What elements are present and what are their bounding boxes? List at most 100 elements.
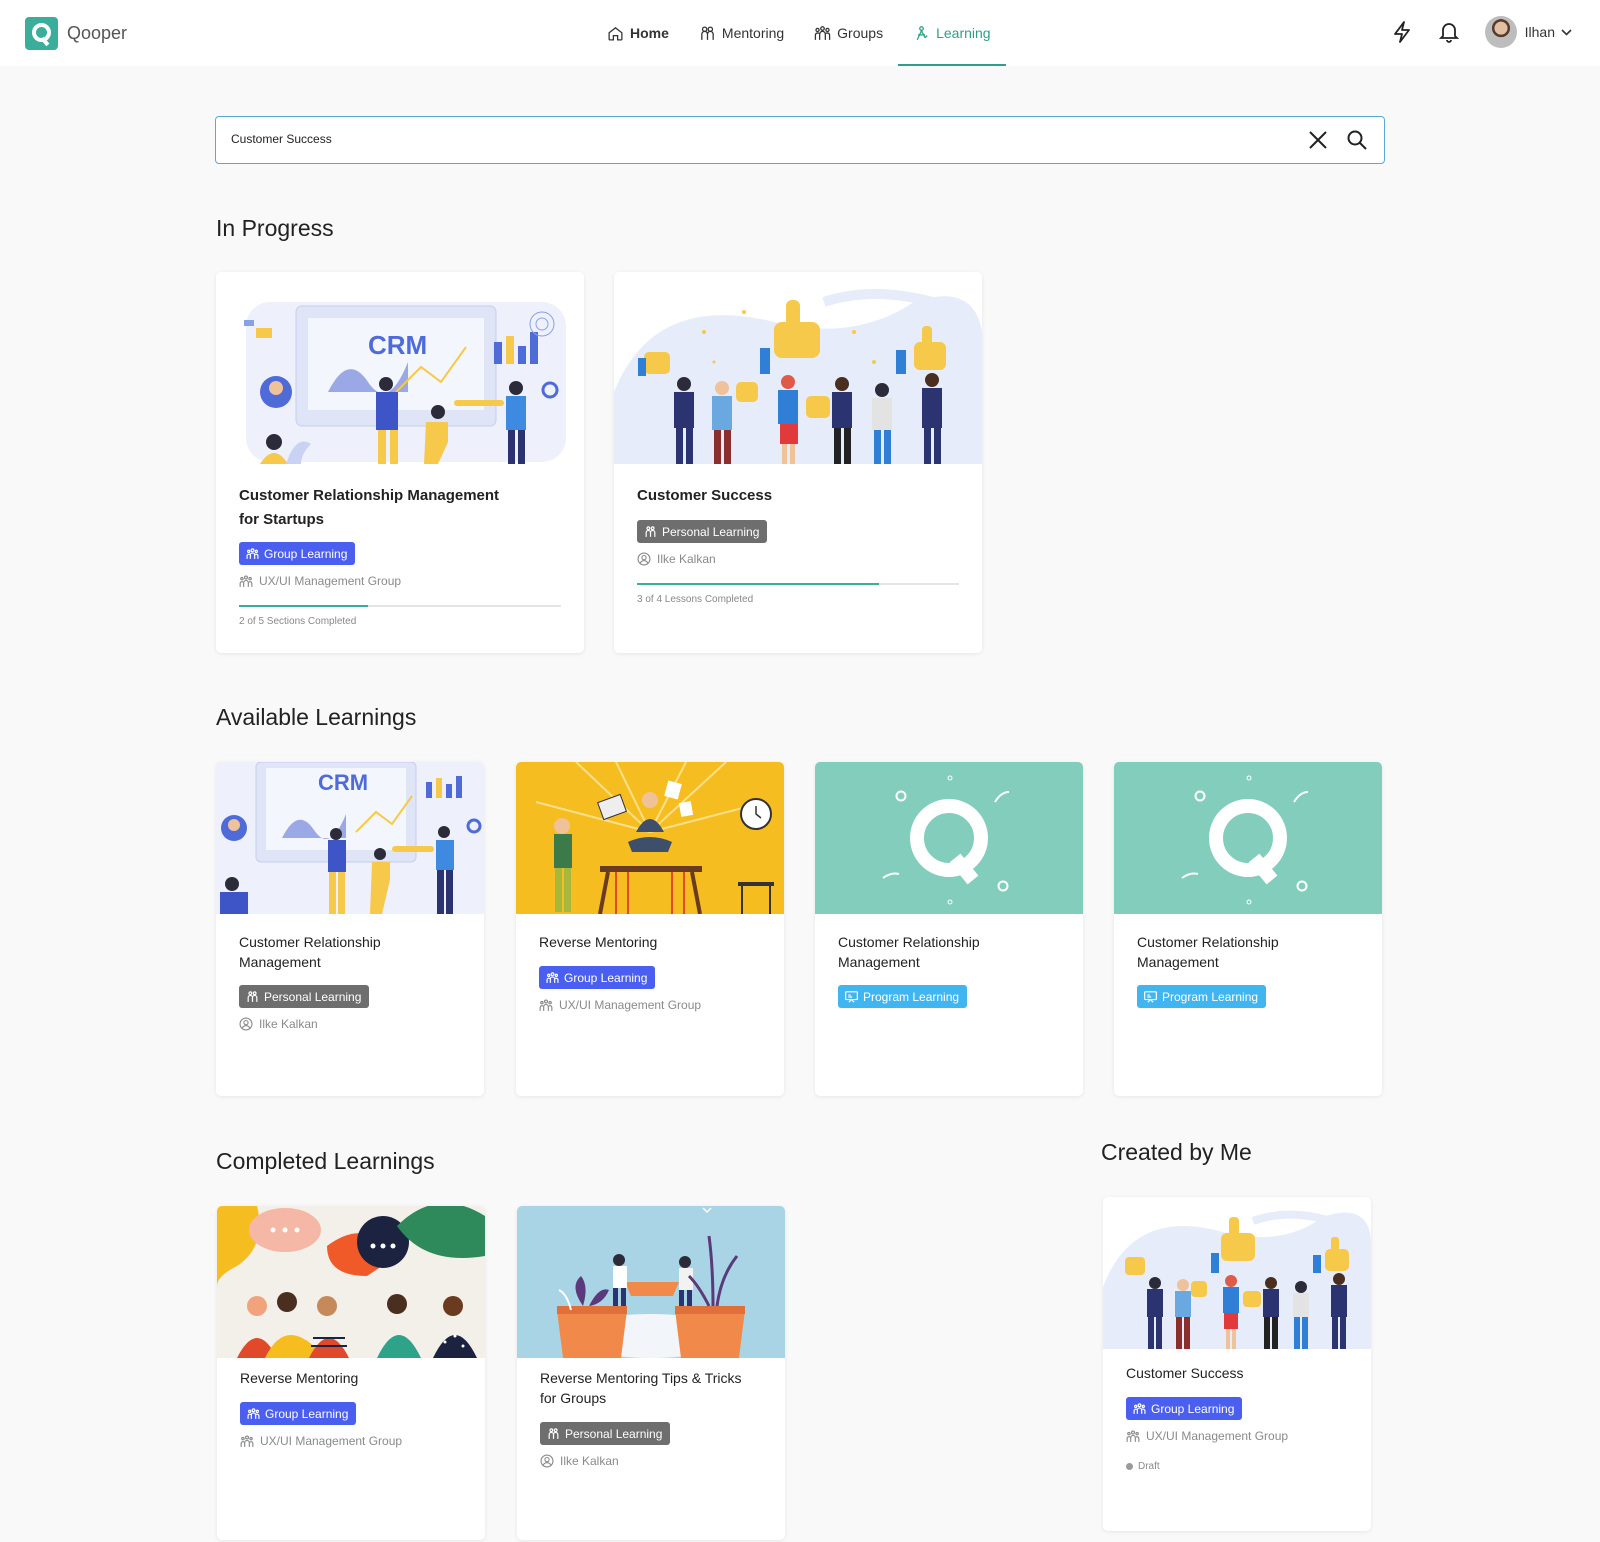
groups-icon	[1126, 1430, 1140, 1442]
chip-label: Group Learning	[265, 1406, 349, 1421]
card-title-line2: Management	[1137, 954, 1219, 970]
groups-icon	[546, 972, 559, 983]
nav-groups-label: Groups	[837, 25, 884, 41]
learning-card-in-progress-customer-success[interactable]: Customer Success Personal Learning Ilke …	[614, 272, 982, 653]
card-title-line2: Management	[838, 954, 920, 970]
presentation-icon	[845, 990, 858, 1003]
conversation-illustration	[217, 1206, 485, 1358]
mentor-name: Ilke Kalkan	[657, 552, 716, 566]
progress-bar	[637, 583, 959, 585]
search-input[interactable]: Customer Success	[231, 132, 332, 146]
card-title: Customer Relationship	[838, 934, 980, 950]
section-title-created: Created by Me	[1101, 1139, 1252, 1165]
status-badge: Draft	[1126, 1461, 1160, 1472]
learning-card-completed-reverse-mentoring[interactable]: Reverse Mentoring Group Learning UX/UI M…	[217, 1206, 485, 1540]
card-title-line2: for Groups	[540, 1390, 607, 1406]
app-name: Qooper	[67, 23, 128, 43]
groups-icon	[539, 999, 553, 1011]
group-name: UX/UI Management Group	[1146, 1429, 1289, 1443]
mentor-meta: Ilke Kalkan	[637, 552, 716, 566]
search-icon[interactable]	[1346, 129, 1368, 151]
groups-icon	[240, 1435, 254, 1447]
card-title-line2: for Startups	[239, 511, 325, 528]
learning-card-available-program-2[interactable]: Customer Relationship Management Program…	[1114, 762, 1382, 1096]
group-meta: UX/UI Management Group	[1126, 1429, 1288, 1443]
user-circle-icon	[540, 1454, 554, 1468]
learning-card-available-program-1[interactable]: Customer Relationship Management Program…	[815, 762, 1083, 1096]
personal-learning-badge: Personal Learning	[239, 985, 370, 1008]
mentoring-icon	[548, 1428, 559, 1439]
growth-illustration	[517, 1206, 785, 1358]
qooper-placeholder-image	[1114, 762, 1382, 914]
group-name: UX/UI Management Group	[559, 998, 702, 1012]
mentor-meta: Ilke Kalkan	[540, 1454, 619, 1468]
crm-illustration: CRM	[216, 272, 584, 464]
reverse-mentoring-illustration	[516, 762, 784, 914]
card-title: Customer Relationship	[1137, 934, 1279, 950]
group-learning-badge: Group Learning	[239, 542, 356, 565]
nav-learning[interactable]: Learning	[898, 0, 1006, 66]
nav-home[interactable]: Home	[592, 0, 684, 66]
svg-text:CRM: CRM	[368, 330, 427, 360]
card-title: Customer Success	[637, 487, 773, 504]
search-bar[interactable]: Customer Success	[215, 116, 1385, 164]
section-title-available: Available Learnings	[216, 704, 417, 730]
thumbs-up-illustration	[1103, 1197, 1371, 1349]
thumbs-up-illustration	[614, 272, 982, 464]
section-title-completed: Completed Learnings	[216, 1148, 435, 1174]
progress-fill	[637, 583, 879, 585]
crm-illustration: CRM	[216, 762, 484, 914]
avatar[interactable]	[1484, 16, 1517, 48]
section-title-in-progress: In Progress	[216, 215, 334, 241]
progress-label: 3 of 4 Lessons Completed	[637, 594, 754, 605]
group-meta: UX/UI Management Group	[240, 1434, 402, 1448]
program-learning-badge: Program Learning	[838, 985, 968, 1008]
card-title: Customer Success	[1126, 1365, 1244, 1381]
home-icon	[608, 26, 623, 41]
groups-icon	[239, 575, 253, 587]
user-circle-icon	[239, 1017, 253, 1031]
bell-icon[interactable]	[1433, 16, 1465, 48]
group-learning-badge: Group Learning	[1126, 1397, 1243, 1420]
svg-text:CRM: CRM	[318, 770, 368, 795]
chip-label: Personal Learning	[662, 524, 760, 539]
nav-mentoring[interactable]: Mentoring	[684, 0, 799, 66]
card-title: Customer Relationship	[239, 934, 381, 950]
lightning-icon[interactable]	[1386, 16, 1418, 48]
chip-label: Program Learning	[1162, 989, 1259, 1004]
chip-label: Group Learning	[1151, 1401, 1235, 1416]
qooper-logo[interactable]: Qooper	[25, 17, 127, 50]
chip-label: Personal Learning	[565, 1426, 663, 1441]
group-name: UX/UI Management Group	[259, 574, 402, 588]
learning-card-available-crm[interactable]: CRM Customer Relationship Management Per…	[216, 762, 484, 1096]
card-title: Reverse Mentoring Tips & Tricks	[540, 1370, 742, 1386]
personal-learning-badge: Personal Learning	[540, 1422, 671, 1445]
status-dot-icon	[1126, 1463, 1133, 1470]
chevron-down-icon[interactable]	[1561, 28, 1572, 36]
nav-mentoring-label: Mentoring	[721, 25, 785, 41]
card-title: Reverse Mentoring	[240, 1370, 359, 1386]
progress-fill	[239, 605, 368, 607]
top-bar: Qooper Home Mentoring Groups Learning Il…	[0, 0, 1600, 66]
learning-card-available-reverse-mentoring[interactable]: Reverse Mentoring Group Learning UX/UI M…	[516, 762, 784, 1096]
group-learning-badge: Group Learning	[539, 966, 656, 989]
mentoring-icon	[247, 991, 258, 1002]
user-name[interactable]: Ilhan	[1525, 24, 1555, 40]
groups-icon	[814, 25, 831, 40]
learning-card-completed-tips-tricks[interactable]: Reverse Mentoring Tips & Tricks for Grou…	[517, 1206, 785, 1540]
learning-card-created-customer-success[interactable]: Customer Success Group Learning UX/UI Ma…	[1103, 1197, 1371, 1531]
chip-label: Program Learning	[863, 989, 960, 1004]
chip-label: Group Learning	[564, 970, 648, 985]
learning-card-in-progress-crm[interactable]: CRM Customer Relationship Management for…	[216, 272, 584, 653]
groups-icon	[1133, 1403, 1146, 1414]
personal-learning-badge: Personal Learning	[637, 520, 768, 543]
mentoring-icon	[645, 526, 656, 537]
mentor-meta: Ilke Kalkan	[239, 1017, 318, 1031]
nav-learning-label: Learning	[936, 25, 991, 41]
progress-bar	[239, 605, 561, 607]
nav-home-label: Home	[630, 25, 669, 41]
progress-label: 2 of 5 Sections Completed	[239, 616, 357, 627]
chip-label: Personal Learning	[264, 989, 362, 1004]
clear-search-icon[interactable]	[1307, 129, 1329, 151]
nav-groups[interactable]: Groups	[799, 0, 898, 66]
